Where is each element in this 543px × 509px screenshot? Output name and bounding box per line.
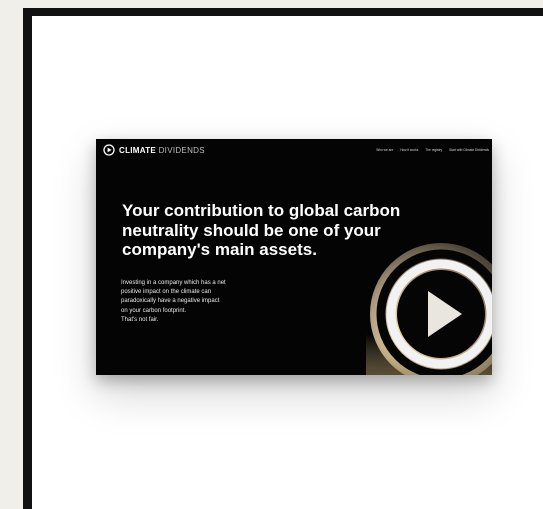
brand-logo[interactable]: CLIMATE DIVIDENDS bbox=[103, 144, 205, 156]
hero-body-line: paradoxically have a negative impact bbox=[121, 298, 220, 305]
nav-link-how-it-works[interactable]: How it works bbox=[400, 148, 418, 152]
hero-body: Investing in a company which has a net p… bbox=[121, 279, 311, 325]
hero-body-line: That's not fair. bbox=[121, 316, 159, 323]
play-ring-graphic bbox=[366, 243, 492, 375]
nav-link-who-we-are[interactable]: Who we are bbox=[376, 148, 393, 152]
hero-body-line: positive impact on the climate can bbox=[121, 289, 212, 296]
nav-link-start[interactable]: Start with Climate Dividends bbox=[449, 148, 489, 152]
play-circle-logo-icon bbox=[103, 144, 115, 156]
nav-links: Who we are How it works The registry Sta… bbox=[376, 148, 489, 152]
website-screenshot: CLIMATE DIVIDENDS Who we are How it work… bbox=[96, 139, 492, 375]
brand-name: CLIMATE DIVIDENDS bbox=[119, 145, 205, 155]
top-navigation: CLIMATE DIVIDENDS Who we are How it work… bbox=[96, 139, 492, 161]
hero-body-line: on your carbon footprint. bbox=[121, 307, 187, 314]
nav-link-the-registry[interactable]: The registry bbox=[425, 148, 442, 152]
hero-body-line: Investing in a company which has a net bbox=[121, 280, 226, 286]
